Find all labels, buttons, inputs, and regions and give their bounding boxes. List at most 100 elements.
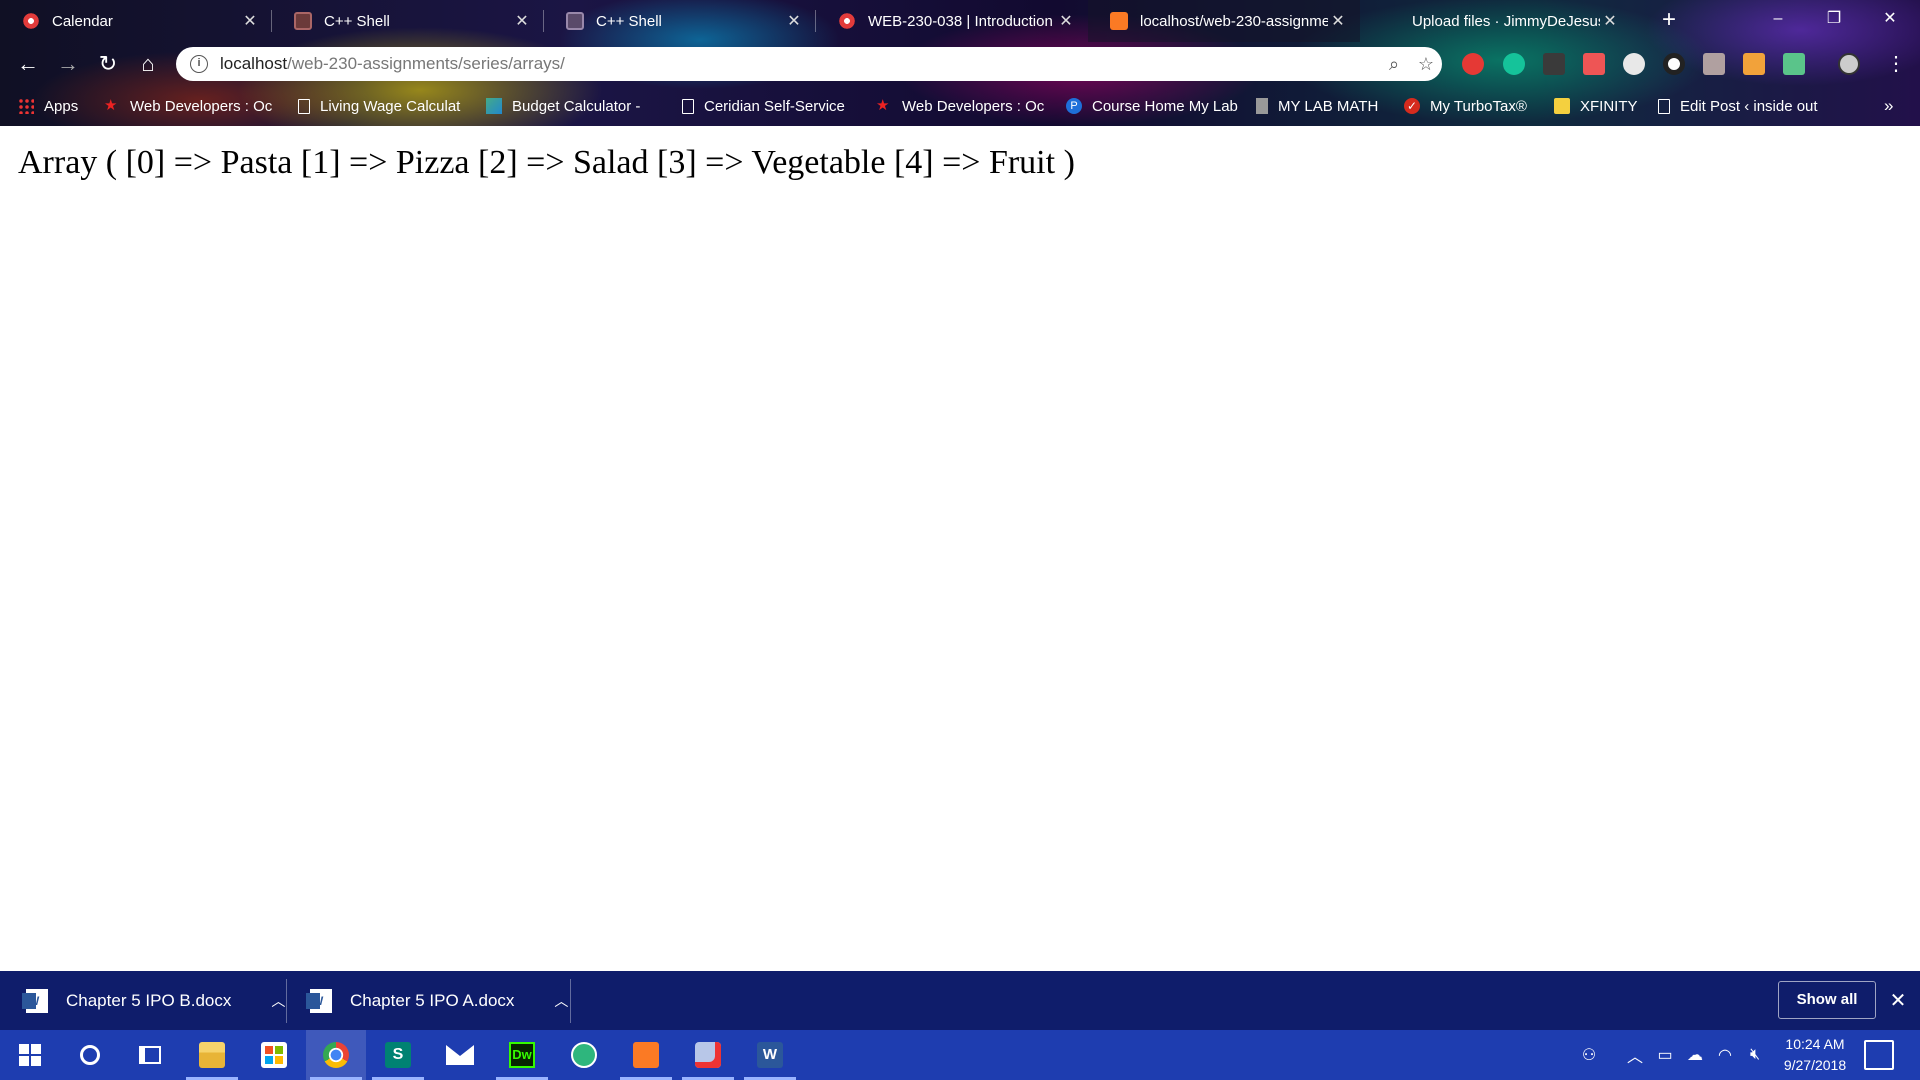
bookmark-label: MY LAB MATH — [1278, 97, 1379, 115]
bookmark-budget-calculator[interactable]: Budget Calculator - — [486, 90, 640, 122]
bookmark-ceridian[interactable]: Ceridian Self-Service — [682, 90, 845, 122]
extension-icon-6[interactable] — [1663, 53, 1685, 75]
task-view-button[interactable] — [120, 1030, 180, 1080]
close-download-bar-button[interactable]: ✕ — [1884, 987, 1912, 1015]
tab-title: C++ Shell — [596, 12, 662, 30]
taskbar-snip[interactable] — [678, 1030, 738, 1080]
reload-button[interactable]: ↻ — [92, 48, 124, 80]
onedrive-cloud-icon[interactable]: ☁ — [1680, 1030, 1710, 1080]
document-icon — [298, 98, 310, 114]
close-window-button[interactable]: ✕ — [1864, 0, 1916, 40]
close-tab-icon[interactable]: ✕ — [1328, 11, 1348, 31]
start-button[interactable] — [0, 1030, 60, 1080]
action-center-icon[interactable] — [1864, 1040, 1894, 1070]
system-clock[interactable]: 10:24 AM 9/27/2018 — [1770, 1034, 1860, 1076]
download-item-ipo-b[interactable]: W Chapter 5 IPO B.docx ︿ — [22, 971, 285, 1030]
bookmark-web-developers-2[interactable]: ★ Web Developers : Oc — [876, 90, 1044, 122]
extension-icon-5[interactable] — [1623, 53, 1645, 75]
tab-cpp-shell-1[interactable]: C++ Shell ✕ — [272, 0, 544, 42]
forward-button[interactable]: → — [52, 48, 84, 80]
browser-chrome: Calendar ✕ C++ Shell ✕ C++ Shell ✕ WEB-2… — [0, 0, 1920, 126]
taskbar-file-explorer[interactable] — [182, 1030, 242, 1080]
extension-icon-9[interactable] — [1783, 53, 1805, 75]
show-all-downloads-button[interactable]: Show all — [1778, 981, 1876, 1019]
windows-taskbar: S Dw W ⚇ ︿ ▭ ☁ ◠ 🔇︎ 10:24 AM 9/27/2018 — [0, 1030, 1920, 1080]
address-bar[interactable]: i localhost/web-230-assignments/series/a… — [176, 47, 1442, 81]
minimize-button[interactable]: – — [1752, 0, 1804, 40]
close-tab-icon[interactable]: ✕ — [784, 11, 804, 31]
bookmark-apps[interactable]: Apps — [18, 90, 78, 122]
download-item-ipo-a[interactable]: W Chapter 5 IPO A.docx ︿ — [306, 971, 568, 1030]
bookmark-living-wage[interactable]: Living Wage Calculat — [298, 90, 460, 122]
site-info-icon[interactable]: i — [190, 55, 208, 73]
tab-web-230-intro[interactable]: WEB-230-038 | Introduction ✕ — [816, 0, 1088, 42]
download-separator — [570, 979, 571, 1023]
url-text[interactable]: localhost/web-230-assignments/series/arr… — [220, 54, 1378, 74]
taskbar-sourcetree[interactable] — [554, 1030, 614, 1080]
volume-muted-icon[interactable]: 🔇︎ — [1740, 1030, 1770, 1080]
store-bag-icon — [261, 1042, 287, 1068]
taskbar-sway[interactable]: S — [368, 1030, 428, 1080]
extension-icon-8[interactable] — [1743, 53, 1765, 75]
bookmark-web-developers-1[interactable]: ★ Web Developers : Oc — [104, 90, 272, 122]
canvas-favicon-icon — [838, 12, 856, 30]
back-button[interactable]: ← — [12, 48, 44, 80]
chevron-up-tray-icon[interactable]: ︿ — [1620, 1030, 1650, 1080]
calculator-favicon-icon — [486, 98, 502, 114]
bookmark-label: My TurboTax® — [1430, 97, 1527, 115]
grammarly-extension-icon[interactable] — [1503, 53, 1525, 75]
star-favicon-icon: ★ — [876, 97, 890, 114]
taskbar-word[interactable]: W — [740, 1030, 800, 1080]
battery-icon[interactable]: ▭ — [1650, 1030, 1680, 1080]
bookmark-label: Course Home My Lab — [1092, 97, 1238, 115]
taskbar-chrome[interactable] — [306, 1030, 366, 1080]
download-bar: W Chapter 5 IPO B.docx ︿ W Chapter 5 IPO… — [0, 971, 1920, 1030]
bookmarks-overflow-button[interactable]: » — [1884, 90, 1893, 122]
taskbar-mail[interactable] — [430, 1030, 490, 1080]
zoom-icon[interactable]: ⌕ — [1378, 54, 1410, 75]
people-icon[interactable]: ⚇ — [1574, 1030, 1604, 1080]
chevron-up-icon[interactable]: ︿ — [271, 991, 285, 1011]
taskbar-store[interactable] — [244, 1030, 304, 1080]
close-tab-icon[interactable]: ✕ — [1600, 11, 1620, 31]
tab-upload-files[interactable]: Upload files · JimmyDeJesus/ ✕ — [1360, 0, 1632, 42]
close-tab-icon[interactable]: ✕ — [1056, 11, 1076, 31]
bookmark-label: Ceridian Self-Service — [704, 97, 845, 115]
bookmark-my-lab-math[interactable]: MY LAB MATH — [1256, 90, 1378, 122]
cortana-circle-icon — [80, 1045, 100, 1065]
apps-grid-icon — [18, 98, 34, 114]
tab-localhost-arrays[interactable]: localhost/web-230-assignme ✕ — [1088, 0, 1360, 42]
pdf-extension-icon[interactable] — [1543, 53, 1565, 75]
document-icon — [1658, 98, 1670, 114]
sway-icon: S — [385, 1042, 411, 1068]
close-tab-icon[interactable]: ✕ — [512, 11, 532, 31]
extension-icon-4[interactable] — [1583, 53, 1605, 75]
tab-cpp-shell-2[interactable]: C++ Shell ✕ — [544, 0, 816, 42]
cortana-button[interactable] — [60, 1030, 120, 1080]
new-tab-button[interactable]: + — [1655, 6, 1683, 34]
taskbar-dreamweaver[interactable]: Dw — [492, 1030, 552, 1080]
extension-icon-1[interactable] — [1462, 53, 1484, 75]
dreamweaver-icon: Dw — [509, 1042, 535, 1068]
bookmark-xfinity[interactable]: XFINITY — [1554, 90, 1638, 122]
clock-time: 10:24 AM — [1785, 1036, 1845, 1052]
wifi-icon[interactable]: ◠ — [1710, 1030, 1740, 1080]
close-tab-icon[interactable]: ✕ — [240, 11, 260, 31]
url-path: /web-230-assignments/series/arrays/ — [287, 54, 565, 73]
bookmark-turbotax[interactable]: ✓ My TurboTax® — [1404, 90, 1527, 122]
word-icon: W — [757, 1042, 783, 1068]
url-host: localhost — [220, 54, 288, 73]
xampp-favicon-icon — [1110, 12, 1128, 30]
bookmark-edit-post[interactable]: Edit Post ‹ inside out — [1658, 90, 1818, 122]
tab-calendar[interactable]: Calendar ✕ — [0, 0, 272, 42]
bookmark-star-icon[interactable]: ☆ — [1410, 54, 1442, 75]
profile-avatar[interactable] — [1838, 53, 1860, 75]
chevron-up-icon[interactable]: ︿ — [554, 991, 568, 1011]
extension-icon-7[interactable] — [1703, 53, 1725, 75]
home-button[interactable]: ⌂ — [132, 48, 164, 80]
github-favicon-icon — [1382, 12, 1400, 30]
chrome-menu-icon[interactable]: ⋮ — [1880, 48, 1912, 80]
restore-button[interactable]: ❐ — [1808, 0, 1860, 40]
bookmark-course-home[interactable]: P Course Home My Lab — [1066, 90, 1238, 122]
taskbar-xampp[interactable] — [616, 1030, 676, 1080]
